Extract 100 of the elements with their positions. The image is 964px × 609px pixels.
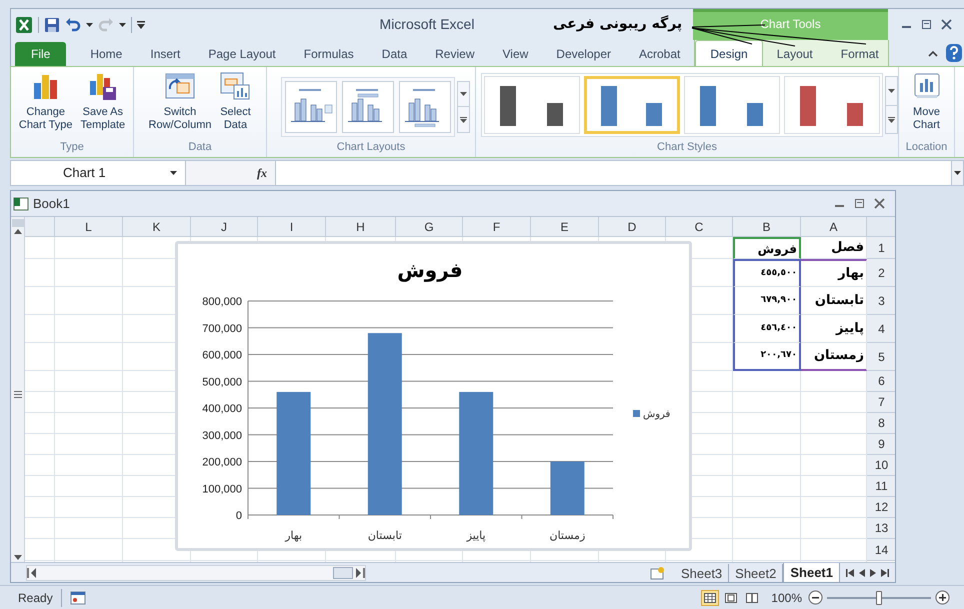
column-header[interactable]: D <box>599 217 666 237</box>
undo-icon[interactable] <box>65 16 81 32</box>
table-cell[interactable]: ٦٧٩,٩٠٠ <box>733 287 801 315</box>
ribbon-button[interactable]: Select Data <box>217 71 254 132</box>
macro-record-icon[interactable] <box>70 590 86 604</box>
chart-style-thumbnail[interactable] <box>484 76 580 134</box>
axis-label: 200,000 <box>202 456 242 468</box>
column-header[interactable]: A <box>801 217 867 237</box>
column-header[interactable]: H <box>326 217 396 237</box>
ribbon-tab[interactable]: View <box>488 42 542 66</box>
group-label: Chart Styles <box>656 140 718 154</box>
caret-icon[interactable] <box>119 22 126 26</box>
column-header[interactable]: K <box>123 217 191 237</box>
column-header[interactable]: C <box>666 217 733 237</box>
scroll-up-icon[interactable] <box>14 229 22 234</box>
row-header[interactable]: 13 <box>867 518 895 539</box>
table-cell[interactable]: ٤٥٥,٥٠٠ <box>733 259 801 287</box>
caret-icon[interactable] <box>86 22 93 26</box>
column-header[interactable]: B <box>733 217 801 237</box>
ribbon-tab[interactable]: Acrobat <box>625 42 694 66</box>
chart-style-thumbnail[interactable] <box>784 76 880 134</box>
ribbon-tab[interactable]: Data <box>368 42 422 66</box>
chart-layout-thumbnail[interactable] <box>398 80 450 133</box>
row-header[interactable]: 9 <box>867 434 895 455</box>
row-header[interactable]: 2 <box>867 259 895 287</box>
column-header[interactable]: J <box>191 217 258 237</box>
ribbon-tab[interactable]: Home <box>76 42 136 66</box>
help-icon[interactable] <box>946 44 962 62</box>
horizontal-scrollbar[interactable] <box>26 564 366 580</box>
expand-icon[interactable] <box>460 116 466 122</box>
row-header[interactable]: 6 <box>867 371 895 392</box>
table-cell[interactable]: ٢٠٠,٦٧٠ <box>733 343 801 371</box>
ribbon-button[interactable]: Save As Template <box>78 71 128 132</box>
row-header[interactable]: 1 <box>867 237 895 259</box>
ribbon-tab[interactable]: Developer <box>542 42 625 66</box>
ribbon-tab[interactable]: Review <box>421 42 488 66</box>
ribbon-tab[interactable]: File <box>15 42 66 66</box>
ribbon-tab[interactable]: Insert <box>136 42 194 66</box>
first-sheet-icon[interactable] <box>846 568 854 576</box>
sheet-tab[interactable]: Sheet3 <box>674 564 730 582</box>
previous-sheet-icon[interactable] <box>859 568 865 576</box>
column-header[interactable]: G <box>396 217 463 237</box>
table-cell[interactable]: ٤٥٦,٤٠٠ <box>733 315 801 343</box>
group-label: Data <box>187 140 213 154</box>
ribbon-tab[interactable]: Design <box>695 40 763 66</box>
zoom-out-icon[interactable] <box>808 590 823 605</box>
chart-style-thumbnail[interactable] <box>684 76 780 134</box>
last-sheet-icon[interactable] <box>881 568 889 576</box>
column-header[interactable]: L <box>55 217 123 237</box>
save-icon[interactable] <box>44 16 60 32</box>
next-sheet-icon[interactable] <box>870 568 876 576</box>
customize-icon[interactable] <box>137 20 145 28</box>
row-header[interactable]: 7 <box>867 392 895 413</box>
zoom-slider[interactable] <box>827 590 931 604</box>
row-header[interactable]: 5 <box>867 343 895 371</box>
column-header[interactable]: I <box>258 217 326 237</box>
vertical-scrollbar[interactable] <box>11 217 25 562</box>
insert-sheet-icon[interactable] <box>648 566 665 580</box>
ribbon-button[interactable]: Switch Row/Column <box>146 71 214 132</box>
chart-style-thumbnail[interactable] <box>584 76 680 134</box>
row-header[interactable]: 10 <box>867 455 895 476</box>
scroll-thumb[interactable] <box>333 566 353 578</box>
scroll-left-icon[interactable] <box>27 568 37 578</box>
restore-icon[interactable] <box>854 198 865 209</box>
collapse-ribbon-icon[interactable] <box>928 50 938 56</box>
row-header[interactable]: 8 <box>867 413 895 434</box>
column-header[interactable]: F <box>463 217 531 237</box>
zoom-in-icon[interactable] <box>935 590 950 605</box>
caret-icon[interactable] <box>460 92 466 96</box>
ribbon-tab[interactable]: Page Layout <box>194 42 290 66</box>
ribbon-tab[interactable]: Formulas <box>290 42 368 66</box>
scroll-right-icon[interactable] <box>355 568 365 578</box>
row-header[interactable]: 4 <box>867 315 895 343</box>
row-header[interactable]: 12 <box>867 497 895 518</box>
ribbon-button[interactable]: Change Chart Type <box>16 71 74 132</box>
caret-icon[interactable] <box>888 89 894 93</box>
split-handle-icon[interactable] <box>14 391 22 398</box>
row-header[interactable]: 11 <box>867 476 895 497</box>
close-icon[interactable] <box>940 19 952 30</box>
scroll-down-icon[interactable] <box>14 555 22 560</box>
sheet-tab[interactable]: Sheet1 <box>783 563 840 582</box>
restore-icon[interactable] <box>920 19 932 30</box>
normal-view-button[interactable] <box>701 590 720 606</box>
spreadsheet-logo-icon[interactable] <box>15 16 33 34</box>
chart-disk-icon <box>88 71 118 101</box>
chart-layout-thumbnail[interactable] <box>342 80 394 133</box>
ribbon-button[interactable]: Move Chart <box>910 71 944 132</box>
ribbon-tab[interactable]: Format <box>826 42 893 66</box>
row-header[interactable]: 14 <box>867 539 895 561</box>
table-cell[interactable]: فروش <box>733 237 801 259</box>
workbook-icon[interactable] <box>13 196 29 212</box>
ribbon-tab[interactable]: Layout <box>762 42 827 66</box>
zoom-level[interactable]: 100% <box>771 588 802 606</box>
chart-layout-thumbnail[interactable] <box>284 80 336 133</box>
table-arrows-icon <box>164 71 196 101</box>
close-icon[interactable] <box>874 198 885 209</box>
column-header[interactable]: E <box>531 217 599 237</box>
expand-icon[interactable] <box>888 116 894 122</box>
slider-thumb[interactable] <box>876 590 882 604</box>
row-header[interactable]: 3 <box>867 287 895 315</box>
